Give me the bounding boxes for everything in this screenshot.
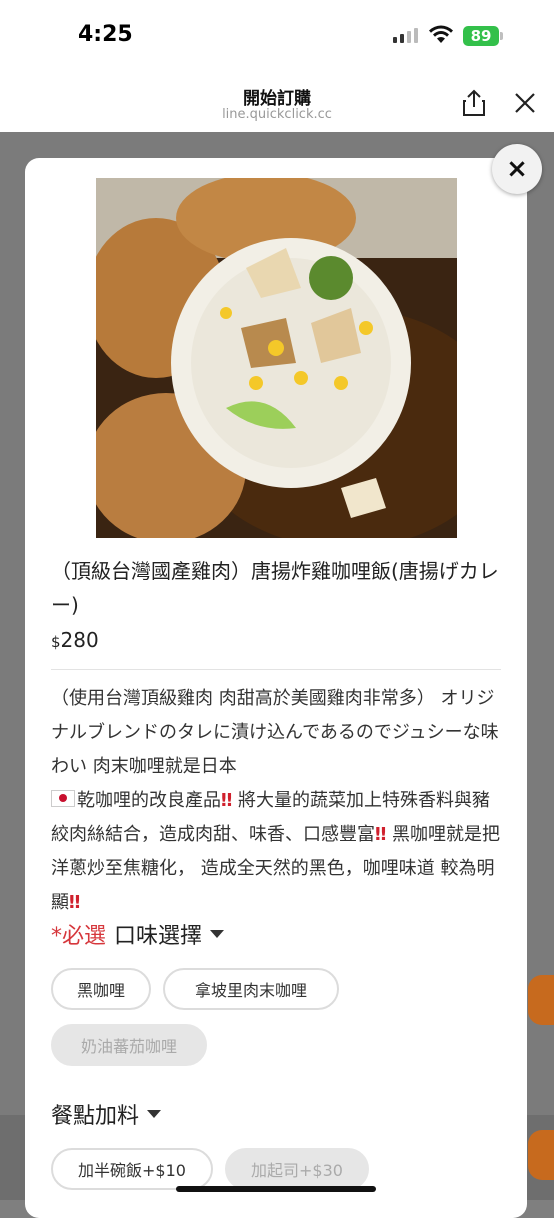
status-time: 4:25 (78, 22, 133, 47)
battery-icon: 89 (463, 26, 499, 46)
wifi-icon (429, 25, 453, 43)
modal-close-button[interactable]: × (492, 144, 542, 194)
required-label: *必選 (51, 924, 107, 949)
food-photo (96, 178, 457, 538)
background-checkout-button (528, 1130, 554, 1180)
flavor-section-header[interactable]: *必選 口味選擇 (51, 918, 225, 950)
addon-section-header[interactable]: 餐點加料 (51, 1098, 162, 1130)
item-detail-modal: （頂級台灣國產雞肉）唐揚炸雞咖哩飯(唐揚げカレー) $280 （使用台灣頂級雞肉… (25, 158, 527, 1218)
item-title: （頂級台灣國產雞肉）唐揚炸雞咖哩飯(唐揚げカレー) (51, 559, 499, 617)
cellular-signal-icon (393, 28, 418, 43)
background-cart-button (528, 975, 554, 1025)
description-part-1: （使用台灣頂級雞肉 肉甜高於美國雞肉非常多） オリジナルブレンドのタレに漬け込ん… (51, 688, 499, 777)
price-currency: $ (51, 633, 61, 651)
option-cream-tomato-curry: 奶油蕃茄咖哩 (51, 1024, 207, 1066)
addon-cheese: 加起司+$30 (225, 1148, 369, 1190)
item-description: （使用台灣頂級雞肉 肉甜高於美國雞肉非常多） オリジナルブレンドのタレに漬け込ん… (51, 682, 503, 920)
caret-down-icon (147, 1110, 162, 1118)
option-napoli-minced-curry[interactable]: 拿坡里肉末咖哩 (163, 968, 339, 1010)
browser-header: 開始訂購 line.quickclick.cc (0, 70, 554, 132)
addon-section-title: 餐點加料 (51, 1104, 140, 1129)
battery-tip (500, 32, 503, 40)
double-exclamation-icon: ‼ (221, 790, 233, 811)
addon-half-rice[interactable]: 加半碗飯+$10 (51, 1148, 213, 1190)
share-icon[interactable] (460, 88, 488, 118)
flavor-section-title: 口味選擇 (114, 924, 203, 949)
close-browser-icon[interactable] (512, 90, 538, 116)
double-exclamation-icon: ‼ (375, 824, 387, 845)
home-indicator (176, 1186, 376, 1192)
divider (51, 669, 501, 670)
price-value: 280 (60, 628, 99, 652)
item-price: $280 (51, 628, 99, 652)
battery-level: 89 (470, 27, 492, 45)
caret-down-icon (210, 930, 225, 938)
japan-flag-icon (51, 790, 75, 807)
option-black-curry[interactable]: 黑咖哩 (51, 968, 151, 1010)
status-bar: 4:25 89 (0, 0, 554, 70)
double-exclamation-icon: ‼ (69, 892, 81, 913)
description-part-2: 乾咖哩的改良產品 (77, 790, 221, 811)
